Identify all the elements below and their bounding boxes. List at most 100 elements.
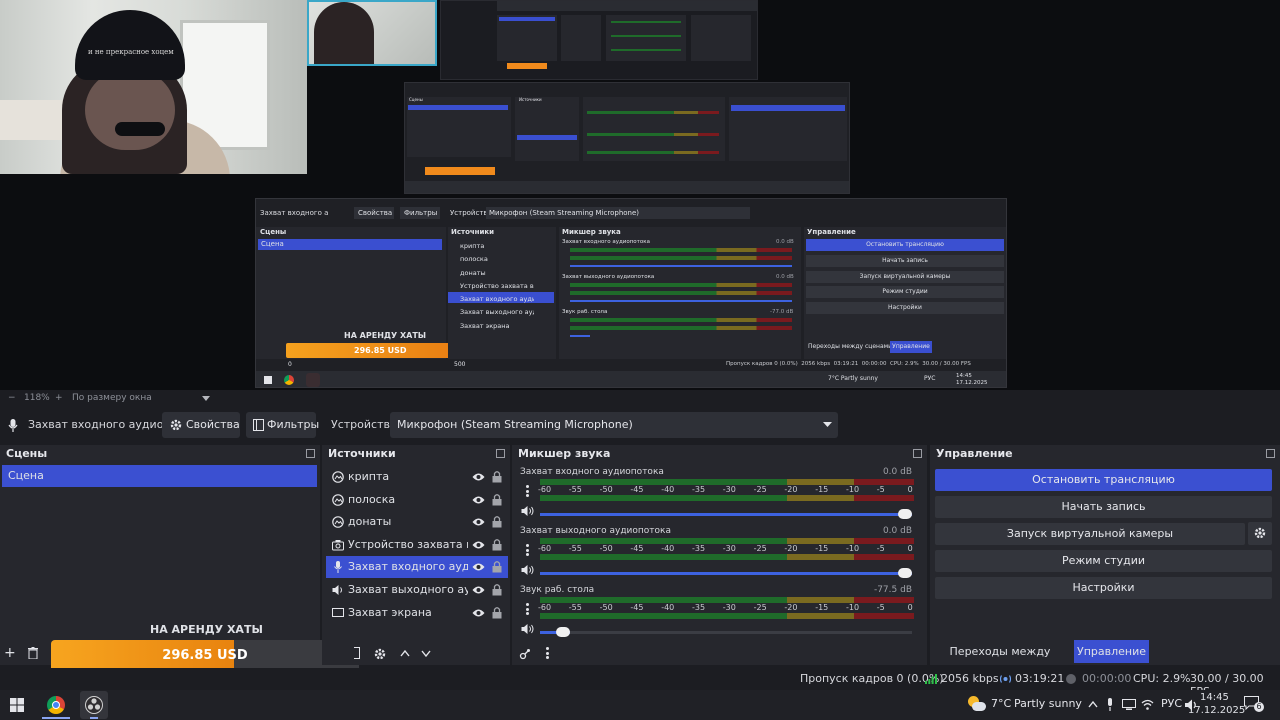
channel-menu-icon[interactable] — [526, 544, 529, 556]
clock-time[interactable]: 14:45 — [1200, 692, 1229, 703]
microphone-icon — [8, 419, 18, 432]
scenes-title: Сцены — [6, 447, 48, 460]
lock-icon[interactable] — [492, 560, 502, 573]
camera-icon — [332, 539, 344, 551]
scene-item[interactable]: Сцена — [2, 465, 317, 487]
control-button[interactable]: Запуск виртуальной камеры — [935, 523, 1245, 545]
dock-popout-icon[interactable] — [1266, 449, 1275, 458]
source-name: Устройство захвата виде — [348, 537, 468, 551]
meter-tick: -10 — [846, 603, 860, 612]
link-icon[interactable] — [519, 648, 531, 660]
notification-button[interactable]: 6 — [1244, 696, 1264, 712]
chevron-down-icon[interactable] — [421, 650, 431, 657]
language-indicator[interactable]: РУС — [1161, 697, 1182, 710]
volume-knob[interactable] — [556, 627, 570, 637]
eye-icon[interactable] — [472, 561, 485, 573]
meter-tick: -10 — [846, 485, 860, 494]
channel-menu-icon[interactable] — [526, 603, 529, 615]
lock-icon[interactable] — [492, 470, 502, 483]
source-item[interactable]: Захват входного аудиос — [326, 556, 508, 579]
meter-tick: -50 — [599, 544, 613, 553]
virtual-camera-settings-button[interactable] — [1248, 522, 1272, 545]
device-select[interactable]: Микрофон (Steam Streaming Microphone) — [390, 412, 838, 438]
meter-scale: -60 -55 -50 -45 -40 -35 -30 -25 -20 -15 -10 -5 0 — [536, 485, 916, 495]
wifi-icon[interactable] — [1141, 699, 1154, 710]
source-item[interactable]: Захват выходного аудиос — [326, 579, 508, 601]
zoom-fit-select[interactable]: По размеру окна — [72, 393, 152, 403]
meter-tick: -25 — [753, 544, 767, 553]
trash-icon[interactable] — [28, 647, 38, 659]
control-button[interactable]: Режим студии — [935, 550, 1272, 572]
control-button[interactable]: Остановить трансляцию — [935, 469, 1272, 491]
meter-tick: -35 — [692, 485, 706, 494]
dock-popout-icon[interactable] — [496, 449, 505, 458]
source-item[interactable]: донаты — [326, 511, 508, 533]
mini-control: Начать запись — [806, 254, 1004, 267]
eye-icon[interactable] — [472, 516, 485, 528]
controls-title: Управление — [936, 447, 1013, 460]
eye-icon[interactable] — [472, 584, 485, 596]
lock-icon[interactable] — [492, 538, 502, 551]
volume-slider[interactable] — [540, 568, 912, 578]
lock-icon[interactable] — [492, 515, 502, 528]
zoom-in-button[interactable]: + — [55, 393, 63, 403]
goal-value: 296.85 USD — [162, 648, 248, 663]
zoom-bar: − 118% + По размеру окна — [0, 391, 1280, 409]
eye-icon[interactable] — [472, 539, 485, 551]
display-icon[interactable] — [1122, 699, 1136, 710]
eye-icon[interactable] — [472, 607, 485, 619]
tab-controls[interactable]: Управление — [1074, 640, 1149, 663]
source-item[interactable]: Захват экрана — [326, 602, 508, 624]
volume-slider[interactable] — [540, 627, 912, 637]
speaker-icon[interactable] — [521, 505, 535, 517]
chevron-down-icon[interactable] — [202, 396, 210, 402]
control-button[interactable]: Начать запись — [935, 496, 1272, 518]
channel-menu-icon[interactable] — [526, 485, 529, 497]
add-scene-button[interactable]: + — [4, 645, 16, 661]
obs-taskbar-button[interactable] — [80, 691, 108, 719]
channel-name: Захват выходного аудиопотока — [520, 526, 671, 536]
gear-icon[interactable] — [374, 648, 386, 660]
microphone-icon[interactable] — [1106, 698, 1114, 711]
clock-date[interactable]: 17.12.2025 — [1188, 705, 1245, 716]
mixer-menu-icon[interactable] — [546, 647, 549, 659]
eye-icon[interactable] — [472, 494, 485, 506]
source-item[interactable]: полоска — [326, 489, 508, 511]
source-item[interactable]: крипта — [326, 466, 508, 488]
source-item[interactable]: Устройство захвата виде — [326, 534, 508, 556]
lock-icon[interactable] — [492, 493, 502, 506]
lock-icon[interactable] — [492, 583, 502, 596]
source-filters-icon[interactable] — [354, 647, 360, 659]
speaker-icon[interactable] — [521, 623, 535, 635]
nested-obs-main: Захват входного а Свойства Фильтры Устро… — [255, 198, 1007, 388]
program-preview[interactable]: и не прекрасное хоцем Сцены Источники За… — [0, 0, 1280, 390]
volume-slider[interactable] — [540, 509, 912, 519]
obs-icon — [85, 696, 103, 714]
record-time: 00:00:00 — [1082, 672, 1132, 685]
chrome-icon[interactable] — [47, 696, 65, 714]
zoom-out-button[interactable]: − — [8, 393, 16, 403]
properties-button[interactable]: Свойства — [162, 412, 240, 438]
meter-tick: -5 — [876, 603, 885, 612]
chevron-down-icon — [823, 422, 832, 427]
lock-icon[interactable] — [492, 606, 502, 619]
control-button[interactable]: Настройки — [935, 577, 1272, 599]
channel-name: Звук раб. стола — [520, 585, 595, 595]
dock-popout-icon[interactable] — [306, 449, 315, 458]
signal-icon — [925, 674, 937, 684]
meter-tick: -35 — [692, 603, 706, 612]
filters-button[interactable]: Фильтры — [246, 412, 319, 438]
tab-scene-transitions[interactable]: Переходы между сценами — [930, 640, 1070, 681]
eye-icon[interactable] — [472, 471, 485, 483]
windows-start-icon[interactable] — [10, 698, 30, 718]
dropped-frames: Пропуск кадров 0 (0.0%) — [800, 672, 944, 685]
speaker-icon[interactable] — [521, 564, 535, 576]
filter-icon — [253, 419, 264, 431]
volume-knob[interactable] — [898, 509, 912, 519]
weather-icon[interactable] — [968, 696, 986, 712]
chevron-up-icon[interactable] — [1088, 701, 1098, 708]
broadcast-icon — [1000, 675, 1011, 683]
chevron-up-icon[interactable] — [400, 650, 410, 657]
dock-popout-icon[interactable] — [913, 449, 922, 458]
volume-knob[interactable] — [898, 568, 912, 578]
